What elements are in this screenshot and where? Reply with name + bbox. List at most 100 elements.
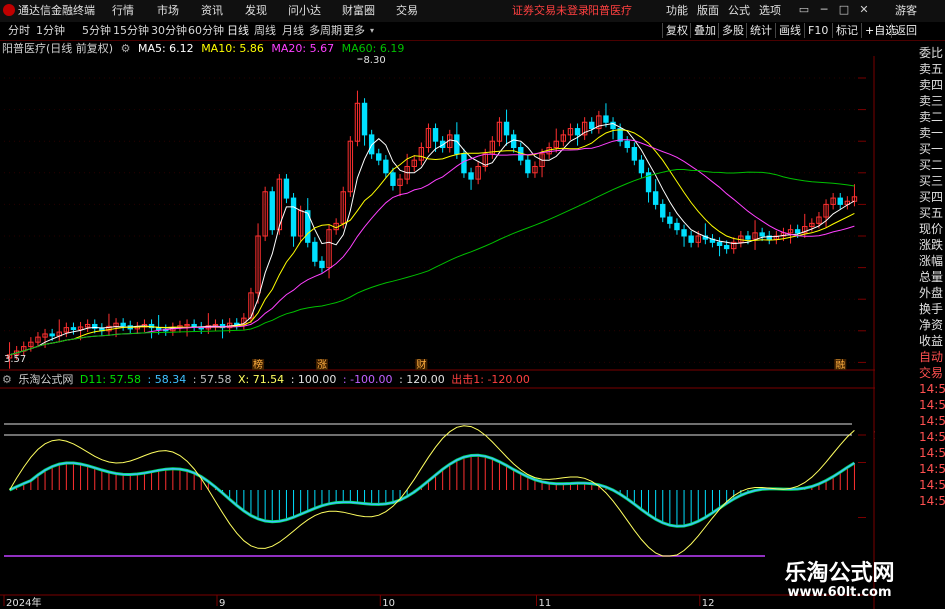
side-panel-item[interactable]: 净资: [919, 317, 945, 333]
side-panel-item[interactable]: 买四: [919, 189, 945, 205]
side-panel-item[interactable]: 卖一: [919, 125, 945, 141]
candle-body: [283, 178, 290, 199]
side-panel-item[interactable]: 14:56: [919, 381, 945, 397]
ma60-value: MA60: 6.19: [341, 42, 405, 55]
menu-trade[interactable]: 交易: [396, 0, 418, 22]
side-panel-item[interactable]: 14:56: [919, 493, 945, 509]
menu-discover[interactable]: 发现: [245, 0, 267, 22]
candle-body: [312, 241, 318, 262]
side-panel-item[interactable]: 14:56: [919, 429, 945, 445]
side-panel-item[interactable]: 卖三: [919, 93, 945, 109]
ma10-value: MA10: 5.86: [201, 42, 264, 55]
candle-body: [383, 159, 389, 174]
indicator-name[interactable]: 乐淘公式网: [18, 373, 73, 386]
tab-monthly[interactable]: 月线: [282, 22, 304, 40]
low-price-label: 3.57: [4, 354, 26, 365]
candle-body: [454, 134, 460, 155]
side-panel-item[interactable]: 卖二: [919, 109, 945, 125]
tab-60min[interactable]: 60分钟: [188, 22, 224, 40]
side-panel-item[interactable]: 卖四: [919, 77, 945, 93]
side-panel-item[interactable]: 14:56: [919, 413, 945, 429]
tab-intraday[interactable]: 分时: [8, 22, 30, 40]
date-axis: 2024年91011121: [3, 595, 715, 609]
tab-multi-period[interactable]: 多周期: [309, 22, 342, 40]
candle-body: [638, 159, 645, 174]
date-tick-label: 10: [382, 598, 395, 609]
settings-gear-icon[interactable]: ⚙: [121, 42, 131, 55]
side-panel-item[interactable]: 收益: [919, 333, 945, 349]
tab-weekly[interactable]: 周线: [254, 22, 276, 40]
kline-chart[interactable]: 8.007.507.006.506.005.505.004.504.003.50…: [0, 56, 875, 609]
side-panel-item[interactable]: 14:56: [919, 461, 945, 477]
candle-body: [589, 121, 595, 130]
button-overlay[interactable]: 叠加: [690, 23, 719, 38]
watermark-title: 乐淘公式网: [784, 561, 895, 586]
stock-title: 阳普医疗(日线 前复权): [2, 42, 114, 55]
minimize-icon[interactable]: ▭: [797, 3, 811, 17]
tab-5min[interactable]: 5分钟: [82, 22, 111, 40]
menu-market[interactable]: 市场: [157, 0, 179, 22]
menu-wealth-circle[interactable]: 财富圈: [342, 0, 375, 22]
high-price-label: 8.30: [363, 56, 385, 66]
menu-layout[interactable]: 版面: [697, 0, 719, 22]
maximize-icon[interactable]: □: [837, 3, 851, 17]
side-panel-item[interactable]: 涨跌: [919, 237, 945, 253]
indicator-value-2: : 58.34: [147, 373, 187, 386]
menu-assistant[interactable]: 问小达: [288, 0, 321, 22]
indicator-header: ⚙ 乐淘公式网 D11: 57.58 : 58.34 : 57.58 X: 71…: [0, 372, 533, 388]
side-panel-item[interactable]: 外盘: [919, 285, 945, 301]
side-panel-item[interactable]: 14:56: [919, 477, 945, 493]
button-statistics[interactable]: 统计: [746, 23, 775, 38]
period-bar: 分时 1分钟 5分钟 15分钟 30分钟 60分钟 日线 周线 月线 多周期 更…: [0, 22, 945, 41]
indicator-settings-icon[interactable]: ⚙: [0, 373, 12, 386]
side-panel-item[interactable]: 14:56: [919, 397, 945, 413]
event-marker-label: 涨: [317, 359, 327, 371]
button-adjust[interactable]: 复权: [662, 23, 691, 38]
ma-lines: [9, 122, 855, 356]
candle-body: [688, 235, 694, 243]
tab-1min[interactable]: 1分钟: [36, 22, 65, 40]
side-panel-item[interactable]: 买一: [919, 141, 945, 157]
tab-more[interactable]: 更多: [343, 22, 365, 40]
side-panel-item[interactable]: 委比: [919, 45, 945, 61]
side-panel-item[interactable]: 涨幅: [919, 253, 945, 269]
indicator-panel: 100.0050.00-50.008.38: [4, 423, 875, 557]
side-panel-item[interactable]: 换手: [919, 301, 945, 317]
side-panel-item[interactable]: 14:56: [919, 445, 945, 461]
button-draw-line[interactable]: 画线: [775, 23, 804, 38]
close-icon[interactable]: ✕: [857, 3, 871, 17]
button-f10[interactable]: F10: [804, 23, 831, 38]
button-back[interactable]: 返回: [891, 23, 920, 38]
side-panel-item[interactable]: 买二: [919, 157, 945, 173]
side-panel-item[interactable]: 现价: [919, 221, 945, 237]
login-notice[interactable]: 证券交易未登录: [512, 0, 589, 22]
candle-body: [794, 229, 801, 234]
menu-options[interactable]: 选项: [759, 0, 781, 22]
tab-more-chevron-icon[interactable]: ▾: [370, 22, 374, 40]
event-marker-label: 财: [416, 358, 426, 371]
ma20-value: MA20: 5.67: [271, 42, 335, 55]
side-panel-item[interactable]: 买五: [919, 205, 945, 221]
candle-body: [390, 172, 396, 186]
candle-body: [624, 140, 630, 149]
menu-function[interactable]: 功能: [666, 0, 688, 22]
button-mark[interactable]: 标记: [832, 23, 861, 38]
tab-daily[interactable]: 日线: [227, 22, 249, 40]
candle-body: [660, 203, 666, 218]
candle-body: [525, 159, 531, 174]
side-panel-item[interactable]: 交易: [919, 365, 945, 381]
tab-30min[interactable]: 30分钟: [151, 22, 187, 40]
menu-news[interactable]: 资讯: [201, 0, 223, 22]
side-panel-item[interactable]: 卖五: [919, 61, 945, 77]
date-tick-label: 11: [539, 598, 552, 609]
menu-quotes[interactable]: 行情: [112, 0, 134, 22]
candle-body: [319, 260, 325, 269]
restore-icon[interactable]: ─: [817, 3, 831, 17]
side-panel-item[interactable]: 总量: [919, 269, 945, 285]
button-multi-stock[interactable]: 多股: [718, 23, 747, 38]
menu-formula[interactable]: 公式: [728, 0, 750, 22]
user-label[interactable]: 游客: [895, 0, 917, 22]
side-panel-item[interactable]: 自动: [919, 349, 945, 365]
side-panel-item[interactable]: 买三: [919, 173, 945, 189]
tab-15min[interactable]: 15分钟: [113, 22, 149, 40]
